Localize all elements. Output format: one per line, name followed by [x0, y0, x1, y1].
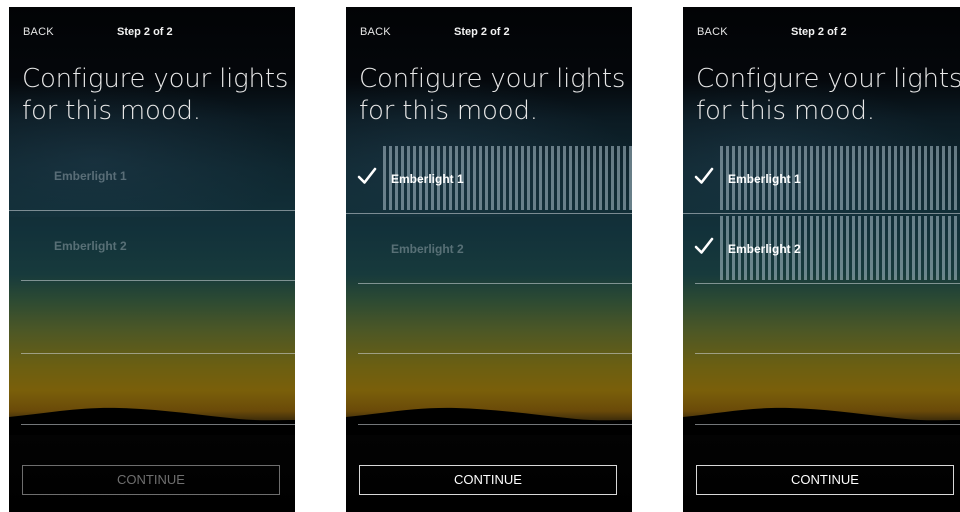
screen-2: BACK Step 2 of 2 Configure your lights f… — [346, 7, 632, 512]
empty-row — [346, 284, 632, 354]
empty-row — [683, 355, 960, 425]
divider — [21, 280, 295, 281]
light-item-emberlight-2[interactable]: Emberlight 2 — [346, 214, 632, 284]
light-item-label: Emberlight 2 — [391, 242, 464, 256]
light-item-emberlight-2[interactable]: Emberlight 2 — [683, 214, 960, 284]
empty-row — [346, 355, 632, 425]
divider — [21, 353, 295, 354]
screen-1: BACK Step 2 of 2 Configure your lights f… — [9, 7, 295, 512]
empty-row — [9, 355, 295, 425]
back-button[interactable]: BACK — [697, 26, 728, 38]
light-item-label: Emberlight 1 — [54, 169, 127, 183]
screen-3: BACK Step 2 of 2 Configure your lights f… — [683, 7, 960, 512]
light-item-emberlight-1[interactable]: Emberlight 1 — [683, 144, 960, 214]
light-item-label: Emberlight 1 — [728, 172, 801, 186]
divider — [695, 424, 960, 425]
light-item-emberlight-1[interactable]: Emberlight 1 — [346, 144, 632, 214]
checkmark-icon — [694, 167, 714, 184]
light-item-label: Emberlight 2 — [54, 239, 127, 253]
step-indicator: Step 2 of 2 — [117, 26, 173, 38]
step-indicator: Step 2 of 2 — [454, 26, 510, 38]
light-item-label: Emberlight 1 — [391, 172, 464, 186]
page-title: Configure your lights for this mood. — [22, 64, 289, 126]
top-bar: BACK Step 2 of 2 — [683, 7, 960, 47]
continue-button[interactable]: CONTINUE — [696, 465, 954, 495]
light-item-emberlight-2[interactable]: Emberlight 2 — [9, 211, 295, 281]
continue-button[interactable]: CONTINUE — [22, 465, 280, 495]
divider — [695, 353, 960, 354]
divider — [21, 424, 295, 425]
page-title: Configure your lights for this mood. — [696, 64, 960, 126]
page-title: Configure your lights for this mood. — [359, 64, 626, 126]
divider — [358, 353, 632, 354]
empty-row — [683, 284, 960, 354]
checkmark-icon — [357, 167, 377, 184]
continue-button[interactable]: CONTINUE — [359, 465, 617, 495]
light-item-emberlight-1[interactable]: Emberlight 1 — [9, 141, 295, 211]
back-button[interactable]: BACK — [23, 26, 54, 38]
top-bar: BACK Step 2 of 2 — [346, 7, 632, 47]
checkmark-icon — [694, 237, 714, 254]
empty-row — [9, 284, 295, 354]
back-button[interactable]: BACK — [360, 26, 391, 38]
step-indicator: Step 2 of 2 — [791, 26, 847, 38]
top-bar: BACK Step 2 of 2 — [9, 7, 295, 47]
divider — [358, 424, 632, 425]
light-item-label: Emberlight 2 — [728, 242, 801, 256]
